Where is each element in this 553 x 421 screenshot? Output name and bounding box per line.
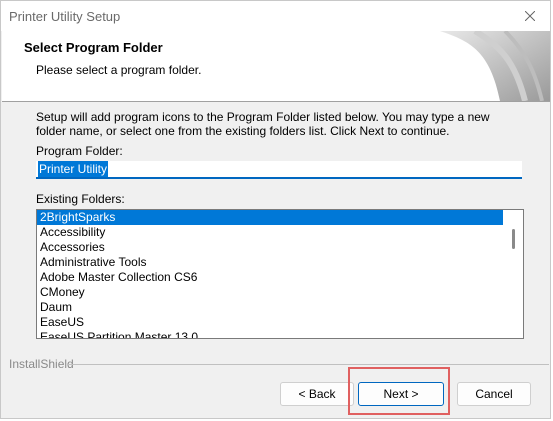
footer-divider [67, 364, 549, 365]
header-panel: Select Program Folder Please select a pr… [2, 31, 550, 102]
folder-list-item[interactable]: EaseUS [37, 315, 503, 330]
list-scrollbar[interactable] [503, 210, 523, 338]
back-button[interactable]: < Back [280, 382, 354, 406]
program-folder-value: Printer Utility [38, 161, 109, 177]
content-area: Setup will add program icons to the Prog… [2, 102, 550, 362]
program-folder-label: Program Folder: [36, 144, 123, 158]
close-icon [525, 11, 535, 21]
cancel-button[interactable]: Cancel [457, 382, 531, 406]
program-folder-input[interactable]: Printer Utility [36, 161, 522, 179]
folder-list-items: 2BrightSparks Accessibility Accessories Adm… [37, 210, 503, 338]
close-button[interactable] [518, 5, 542, 27]
header-swirl-graphic [440, 31, 550, 101]
next-button[interactable]: Next > [358, 382, 444, 406]
scroll-thumb[interactable] [512, 229, 515, 249]
folder-list-item[interactable]: CMoney [37, 285, 503, 300]
folder-list-item[interactable]: Daum [37, 300, 503, 315]
existing-folders-label: Existing Folders: [36, 192, 125, 206]
setup-window: Printer Utility Setup Select Program Fol… [0, 0, 551, 419]
page-subtitle: Please select a program folder. [36, 63, 202, 77]
installshield-brand: InstallShield [9, 357, 74, 371]
existing-folders-list[interactable]: 2BrightSparks Accessibility Accessories Adm… [36, 209, 524, 339]
folder-list-item[interactable]: Accessibility [37, 225, 503, 240]
page-title: Select Program Folder [24, 40, 163, 55]
folder-list-item[interactable]: 2BrightSparks [37, 210, 503, 225]
window-title: Printer Utility Setup [9, 9, 121, 24]
title-bar: Printer Utility Setup [1, 1, 550, 31]
folder-list-item[interactable]: Adobe Master Collection CS6 [37, 270, 503, 285]
instructions-text: Setup will add program icons to the Prog… [36, 110, 490, 138]
folder-list-item[interactable]: EaseUS Partition Master 13.0 [37, 330, 503, 338]
folder-list-item[interactable]: Administrative Tools [37, 255, 503, 270]
folder-list-item[interactable]: Accessories [37, 240, 503, 255]
